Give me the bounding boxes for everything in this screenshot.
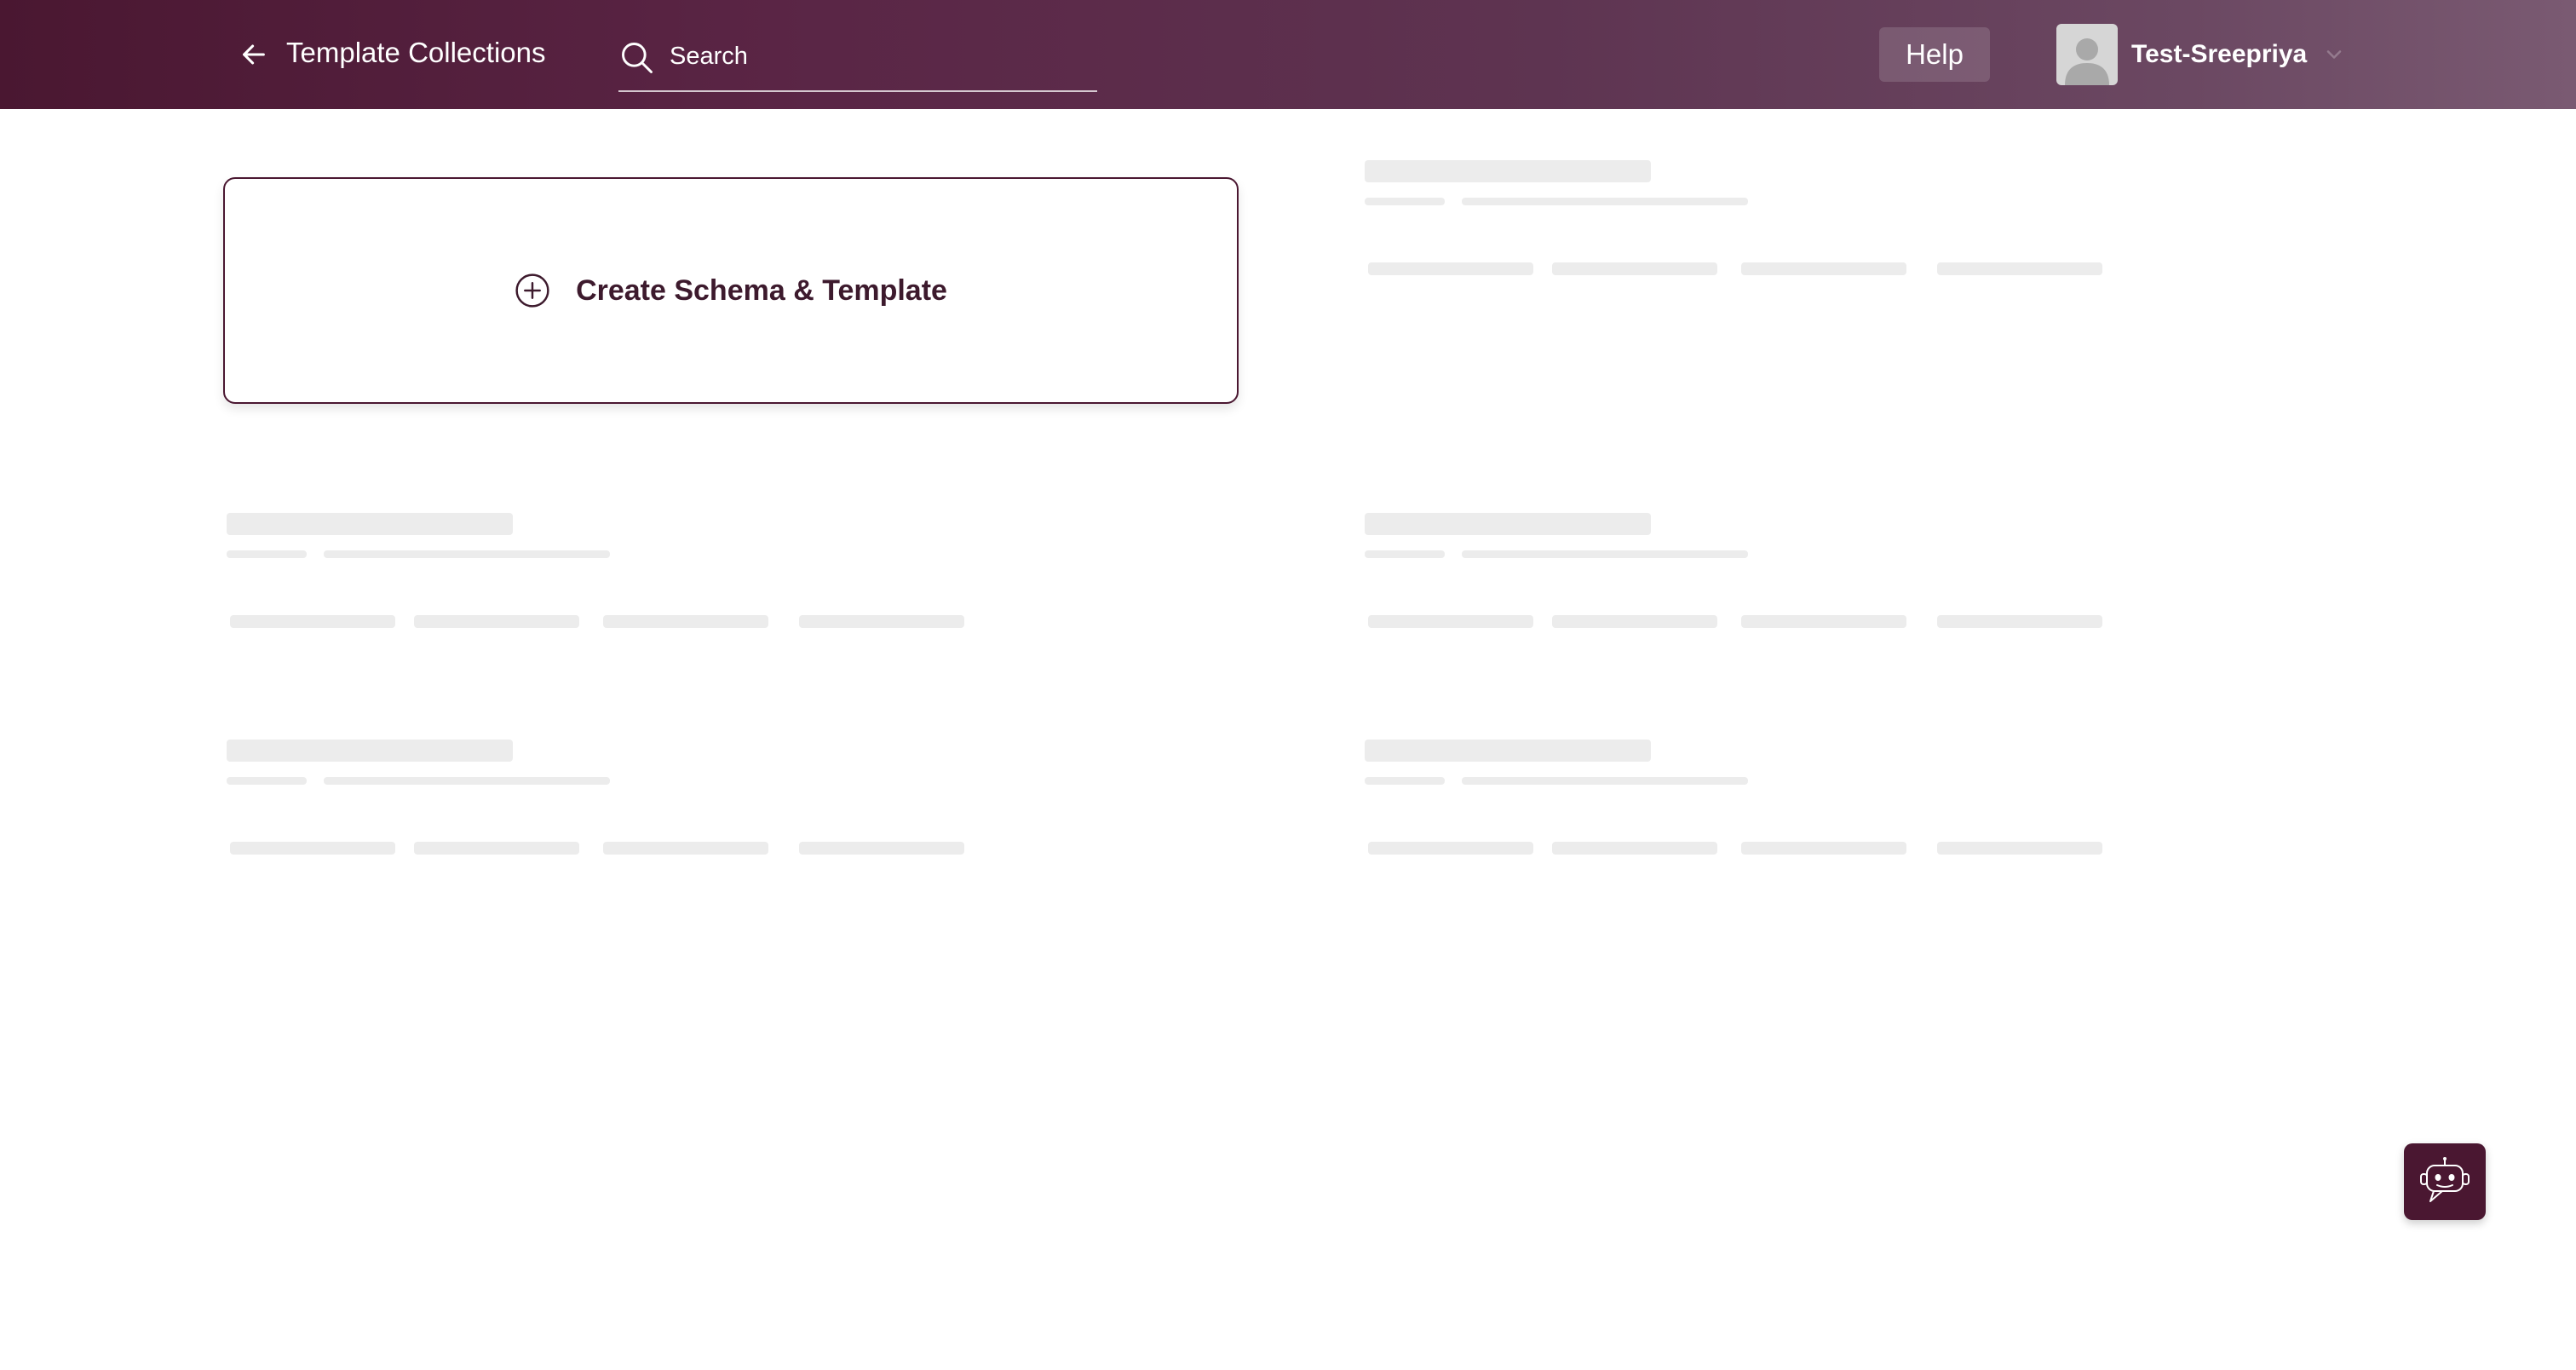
skeleton-line bbox=[1937, 842, 2102, 855]
skeleton-line bbox=[227, 513, 513, 535]
skeleton-line bbox=[1365, 198, 1445, 205]
skeleton-line bbox=[603, 615, 768, 628]
skeleton-line bbox=[1365, 740, 1651, 762]
skeleton-line bbox=[227, 777, 307, 785]
skeleton-line bbox=[799, 842, 964, 855]
search-bar bbox=[618, 31, 1097, 92]
skeleton-line bbox=[1462, 550, 1748, 558]
skeleton-line bbox=[1552, 842, 1717, 855]
create-schema-template-label: Create Schema & Template bbox=[576, 273, 947, 307]
chevron-down-icon bbox=[2326, 50, 2342, 59]
plus-circle-icon bbox=[515, 273, 549, 308]
skeleton-line bbox=[1741, 262, 1906, 275]
top-bar: Template Collections Help Test-Sreepriya bbox=[0, 0, 2576, 109]
skeleton-line bbox=[1368, 842, 1533, 855]
user-avatar-icon bbox=[2056, 24, 2118, 85]
skeleton-line bbox=[1552, 262, 1717, 275]
skeleton-line bbox=[1552, 615, 1717, 628]
skeleton-line bbox=[1368, 262, 1533, 275]
chatbot-button[interactable] bbox=[2404, 1143, 2486, 1220]
skeleton-line bbox=[227, 550, 307, 558]
user-menu[interactable]: Test-Sreepriya bbox=[2056, 24, 2346, 85]
skeleton-line bbox=[603, 842, 768, 855]
skeleton-line bbox=[1462, 777, 1748, 785]
chatbot-icon bbox=[2420, 1157, 2470, 1202]
skeleton-line bbox=[1365, 160, 1651, 182]
skeleton-line bbox=[1741, 842, 1906, 855]
skeleton-line bbox=[324, 777, 610, 785]
page-title: Template Collections bbox=[286, 37, 546, 68]
skeleton-line bbox=[414, 615, 579, 628]
skeleton-line bbox=[1741, 615, 1906, 628]
skeleton-line bbox=[799, 615, 964, 628]
help-button[interactable]: Help bbox=[1879, 27, 1990, 82]
skeleton-line bbox=[230, 615, 395, 628]
search-icon bbox=[622, 43, 653, 73]
arrow-left-icon bbox=[243, 44, 265, 65]
skeleton-line bbox=[414, 842, 579, 855]
skeleton-line bbox=[1368, 615, 1533, 628]
skeleton-line bbox=[227, 740, 513, 762]
skeleton-line bbox=[1937, 615, 2102, 628]
user-name: Test-Sreepriya bbox=[2131, 40, 2308, 68]
create-card-content: Create Schema & Template bbox=[515, 273, 947, 308]
back-button[interactable] bbox=[235, 36, 273, 73]
skeleton-line bbox=[230, 842, 395, 855]
skeleton-line bbox=[1365, 777, 1445, 785]
skeleton-line bbox=[324, 550, 610, 558]
skeleton-line bbox=[1365, 550, 1445, 558]
skeleton-line bbox=[1462, 198, 1748, 205]
create-schema-template-card[interactable]: Create Schema & Template bbox=[223, 177, 1239, 404]
skeleton-line bbox=[1365, 513, 1651, 535]
search-input[interactable] bbox=[670, 36, 1087, 77]
skeleton-line bbox=[1937, 262, 2102, 275]
